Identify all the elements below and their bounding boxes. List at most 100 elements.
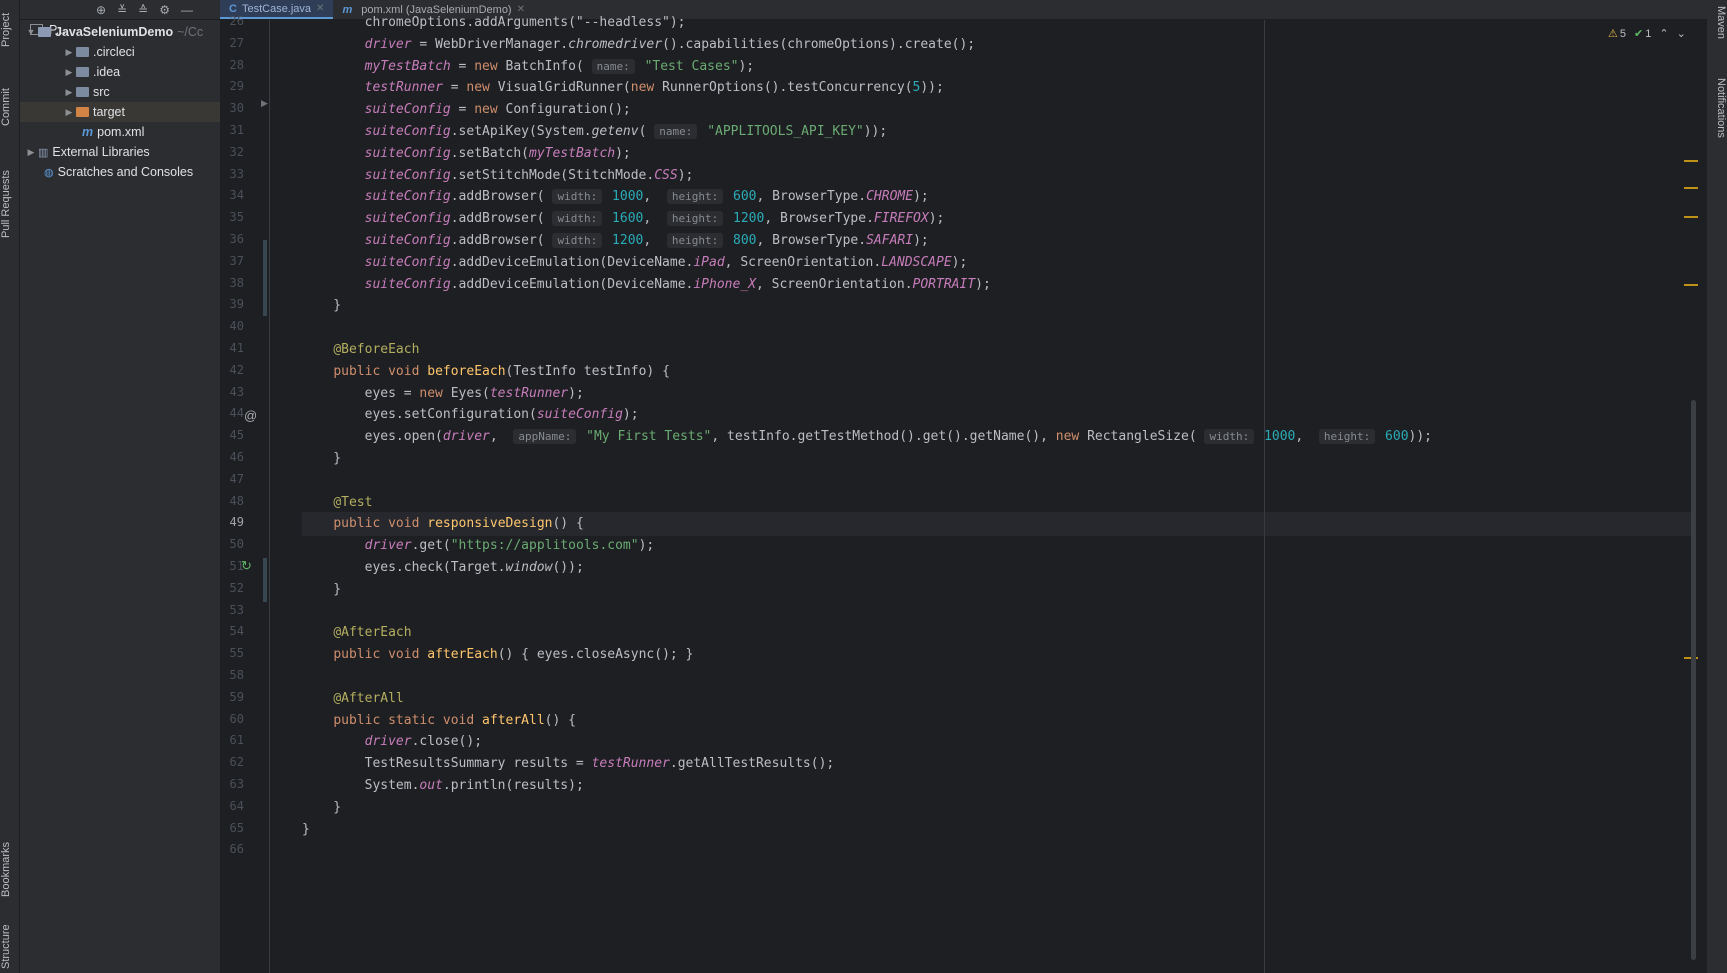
code-editor[interactable]: chromeOptions.addArguments("--headless")… <box>302 15 1696 973</box>
line-number: 27 <box>229 35 244 50</box>
tree-item-external-libraries[interactable]: ▶ ▥ External Libraries <box>20 142 220 162</box>
code-line: TestResultsSummary results = testRunner.… <box>302 756 835 772</box>
line-number: 48 <box>229 493 244 508</box>
code-line: suiteConfig.setStitchMode(StitchMode.CSS… <box>364 167 694 183</box>
scratches-icon: ◍ <box>44 166 54 179</box>
line-number: 66 <box>229 842 244 857</box>
chevron-right-icon[interactable]: ▶ <box>24 147 38 158</box>
folder-icon <box>76 87 89 97</box>
code-line: public void afterEach() { eyes.closeAsyn… <box>333 647 694 663</box>
line-number: 34 <box>229 188 244 203</box>
code-line: suiteConfig.addBrowser( width: 1200, hei… <box>364 233 929 248</box>
chevron-down-icon[interactable]: ⌄ <box>1677 27 1686 40</box>
commit-tool-tab[interactable]: Commit <box>0 78 19 136</box>
structure-tool-tab[interactable]: Structure <box>0 920 19 973</box>
code-line: suiteConfig.setBatch(myTestBatch); <box>364 145 631 161</box>
folder-icon <box>76 67 89 77</box>
chevron-right-icon[interactable]: ▶ <box>62 47 76 58</box>
right-margin-guide <box>1264 20 1265 973</box>
code-line: suiteConfig.addDeviceEmulation(DeviceNam… <box>364 254 968 270</box>
error-stripe-mark[interactable] <box>1684 187 1698 189</box>
chevron-right-icon[interactable]: ▶ <box>62 107 76 118</box>
left-tool-strip: Project Commit Pull Requests Bookmarks S… <box>0 0 20 973</box>
tree-item-circleci[interactable]: ▶ .circleci <box>20 42 220 62</box>
breakpoint-arrow-icon: ▶ <box>261 98 268 108</box>
pull-requests-tool-tab[interactable]: Pull Requests <box>0 158 19 250</box>
bookmarks-tool-tab[interactable]: Bookmarks <box>0 830 19 908</box>
libraries-icon: ▥ <box>38 146 49 159</box>
check-icon: ✔ <box>1634 28 1644 40</box>
folder-icon <box>76 47 89 57</box>
gear-icon[interactable]: ⚙ <box>159 3 170 17</box>
line-number: 32 <box>229 144 244 159</box>
inspection-widget[interactable]: ⚠ 5 ✔ 1 ⌃ ⌄ <box>1608 27 1686 41</box>
error-stripe-mark[interactable] <box>1684 216 1698 218</box>
editor-gutter: @ ▶ ↻ 26 27 28 29 30 31 32 33 34 35 36 37 38 39 40 41 42… <box>220 14 302 973</box>
vertical-scrollbar[interactable] <box>1691 400 1696 960</box>
change-marker <box>263 558 267 602</box>
project-panel: P... ⊕ ≚ ≙ ⚙ — ▼ JavaSeleniumDemo ~/Cc ▶… <box>20 3 220 973</box>
line-number: 31 <box>229 123 244 137</box>
line-number: 46 <box>229 450 244 464</box>
code-line: } <box>302 451 342 466</box>
chevron-right-icon[interactable]: ▶ <box>62 67 76 78</box>
project-tool-tab[interactable]: Project <box>0 2 19 58</box>
code-line: public void responsiveDesign() { <box>302 512 1696 537</box>
code-line: public void beforeEach(TestInfo testInfo… <box>333 363 670 379</box>
code-line: eyes.open(driver, appName: "My First Tes… <box>302 429 1433 445</box>
line-number: 51 <box>229 559 244 573</box>
implemented-at-icon[interactable]: @ <box>244 408 257 423</box>
line-number: 33 <box>229 166 244 181</box>
tree-item-root[interactable]: ▼ JavaSeleniumDemo ~/Cc <box>20 22 220 42</box>
tree-item-scratches[interactable]: ◍ Scratches and Consoles <box>20 162 220 182</box>
line-number: 44 <box>229 406 244 421</box>
error-stripe-mark[interactable] <box>1684 284 1698 286</box>
chevron-right-icon[interactable]: ▶ <box>62 87 76 98</box>
maven-tool-tab[interactable]: Maven <box>1707 6 1727 58</box>
line-number: 29 <box>229 79 244 94</box>
expand-all-icon[interactable]: ≚ <box>117 3 127 17</box>
code-line: suiteConfig.setApiKey(System.getenv( nam… <box>364 124 888 139</box>
code-line: testRunner = new VisualGridRunner(new Ru… <box>364 80 944 96</box>
code-line: eyes = new Eyes(testRunner); <box>302 385 584 401</box>
code-line: public static void afterAll() { <box>333 712 576 728</box>
minimize-icon[interactable]: — <box>181 3 193 17</box>
collapse-all-icon[interactable]: ≙ <box>138 3 148 17</box>
line-number: 53 <box>229 602 244 617</box>
code-line: eyes.check(Target.window()); <box>302 560 584 575</box>
line-number: 50 <box>229 537 244 552</box>
line-number: 36 <box>229 232 244 246</box>
code-line: @AfterAll <box>333 690 404 706</box>
notifications-tool-tab[interactable]: Notifications <box>1707 78 1727 168</box>
tree-item-target[interactable]: ▶ target <box>20 102 220 122</box>
line-number: 35 <box>229 210 244 225</box>
chevron-up-icon[interactable]: ⌃ <box>1659 27 1668 40</box>
tree-item-idea[interactable]: ▶ .idea <box>20 62 220 82</box>
chevron-down-icon[interactable]: ▼ <box>24 27 38 37</box>
line-number: 62 <box>229 755 244 770</box>
line-number: 38 <box>229 275 244 290</box>
line-number: 30 <box>229 101 244 116</box>
warning-icon: ⚠ <box>1608 28 1618 40</box>
code-line: } <box>302 581 342 597</box>
error-stripe-mark[interactable] <box>1684 160 1698 162</box>
tree-item-src[interactable]: ▶ src <box>20 82 220 102</box>
code-line: } <box>302 298 342 314</box>
line-number: 55 <box>229 646 244 661</box>
line-number: 26 <box>229 14 244 28</box>
code-line: @AfterEach <box>333 625 412 641</box>
line-number: 41 <box>229 341 244 355</box>
code-line: } <box>302 821 310 837</box>
line-number: 54 <box>229 624 244 639</box>
code-line: @BeforeEach <box>333 342 420 357</box>
java-class-icon: C <box>229 2 237 15</box>
line-number: 47 <box>229 471 244 486</box>
tree-item-pom[interactable]: m pom.xml <box>20 122 220 142</box>
locate-icon[interactable]: ⊕ <box>96 3 106 17</box>
code-line: eyes.setConfiguration(suiteConfig); <box>302 407 639 423</box>
code-line: @Test <box>333 494 373 510</box>
code-line: myTestBatch = new BatchInfo( name: "Test… <box>364 58 755 74</box>
